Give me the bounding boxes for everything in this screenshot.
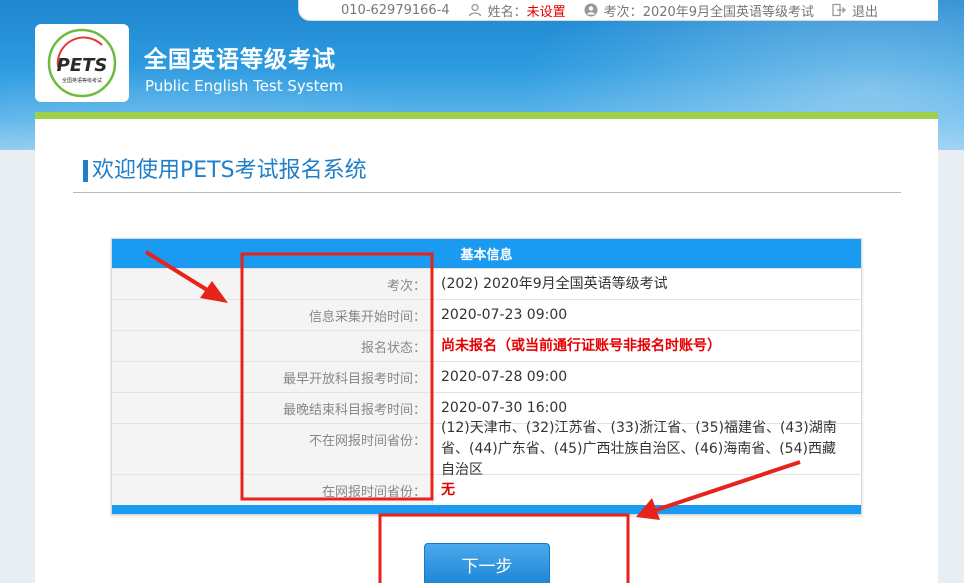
logout-link[interactable]: 退出 <box>832 1 878 20</box>
logo-subtext: 全国英语等级考试 <box>62 77 102 84</box>
row-label: 信息采集开始时间： <box>112 300 433 330</box>
user-icon <box>468 3 481 17</box>
row-label: 在网报时间省份： <box>112 475 433 505</box>
row-value: 无 <box>441 481 455 498</box>
brand-title-cn: 全国英语等级考试 <box>144 47 336 73</box>
logout-label[interactable]: 退出 <box>852 1 878 20</box>
row-value: 2020-07-23 09:00 <box>441 306 568 323</box>
table-row: 报名状态： 尚未报名（或当前通行证账号非报名时账号） <box>112 330 861 361</box>
row-value: (202) 2020年9月全国英语等级考试 <box>441 275 668 292</box>
name-value: 未设置 <box>526 4 566 20</box>
user-name-info: 姓名： 未设置 <box>468 1 566 20</box>
row-label: 不在网报时间省份： <box>112 424 433 474</box>
exam-icon <box>584 3 598 17</box>
basic-info-table: 基本信息 考次： (202) 2020年9月全国英语等级考试 信息采集开始时间：… <box>111 238 862 515</box>
row-label: 报名状态： <box>112 331 433 361</box>
name-label: 姓名： <box>487 4 527 20</box>
exam-session-info: 考次： 2020年9月全国英语等级考试 <box>584 1 814 20</box>
phone-number: 010-62979166-4 <box>341 2 450 18</box>
page-title: 欢迎使用PETS考试报名系统 <box>83 160 367 182</box>
logout-icon <box>832 3 846 17</box>
table-row: 最早开放科目报考时间： 2020-07-28 09:00 <box>112 361 861 392</box>
brand-title-en: Public English Test System <box>145 77 344 95</box>
basic-info-header: 基本信息 <box>112 239 861 268</box>
table-row: 不在网报时间省份： (12)天津市、(32)江苏省、(33)浙江省、(35)福建… <box>112 419 861 478</box>
table-row: 在网报时间省份： 无 <box>112 474 861 505</box>
title-divider <box>73 192 901 193</box>
pets-logo: PETS 全国英语等级考试 <box>35 24 129 102</box>
row-label: 考次： <box>112 269 433 299</box>
basic-info-footer <box>112 505 861 514</box>
exam-value: 2020年9月全国英语等级考试 <box>642 4 815 20</box>
table-row: 信息采集开始时间： 2020-07-23 09:00 <box>112 299 861 330</box>
next-step-button[interactable]: 下一步 <box>424 543 550 583</box>
logo-text: PETS <box>57 55 108 76</box>
registration-status-value: 尚未报名（或当前通行证账号非报名时账号） <box>441 337 721 354</box>
pets-logo-graphic: PETS 全国英语等级考试 <box>47 28 117 98</box>
row-value: 2020-07-28 09:00 <box>441 368 568 385</box>
table-row: 考次： (202) 2020年9月全国英语等级考试 <box>112 268 861 299</box>
main-panel: 欢迎使用PETS考试报名系统 基本信息 考次： (202) 2020年9月全国英… <box>35 112 938 583</box>
row-label: 最早开放科目报考时间： <box>112 362 433 392</box>
top-utility-bar: 010-62979166-4 姓名： 未设置 考次： 2020年9月全国英语等级… <box>298 0 938 21</box>
row-label: 最晚结束科目报考时间： <box>112 393 433 423</box>
row-value: (12)天津市、(32)江苏省、(33)浙江省、(35)福建省、(43)湖南省、… <box>441 419 837 478</box>
exam-label: 考次： <box>603 4 643 20</box>
